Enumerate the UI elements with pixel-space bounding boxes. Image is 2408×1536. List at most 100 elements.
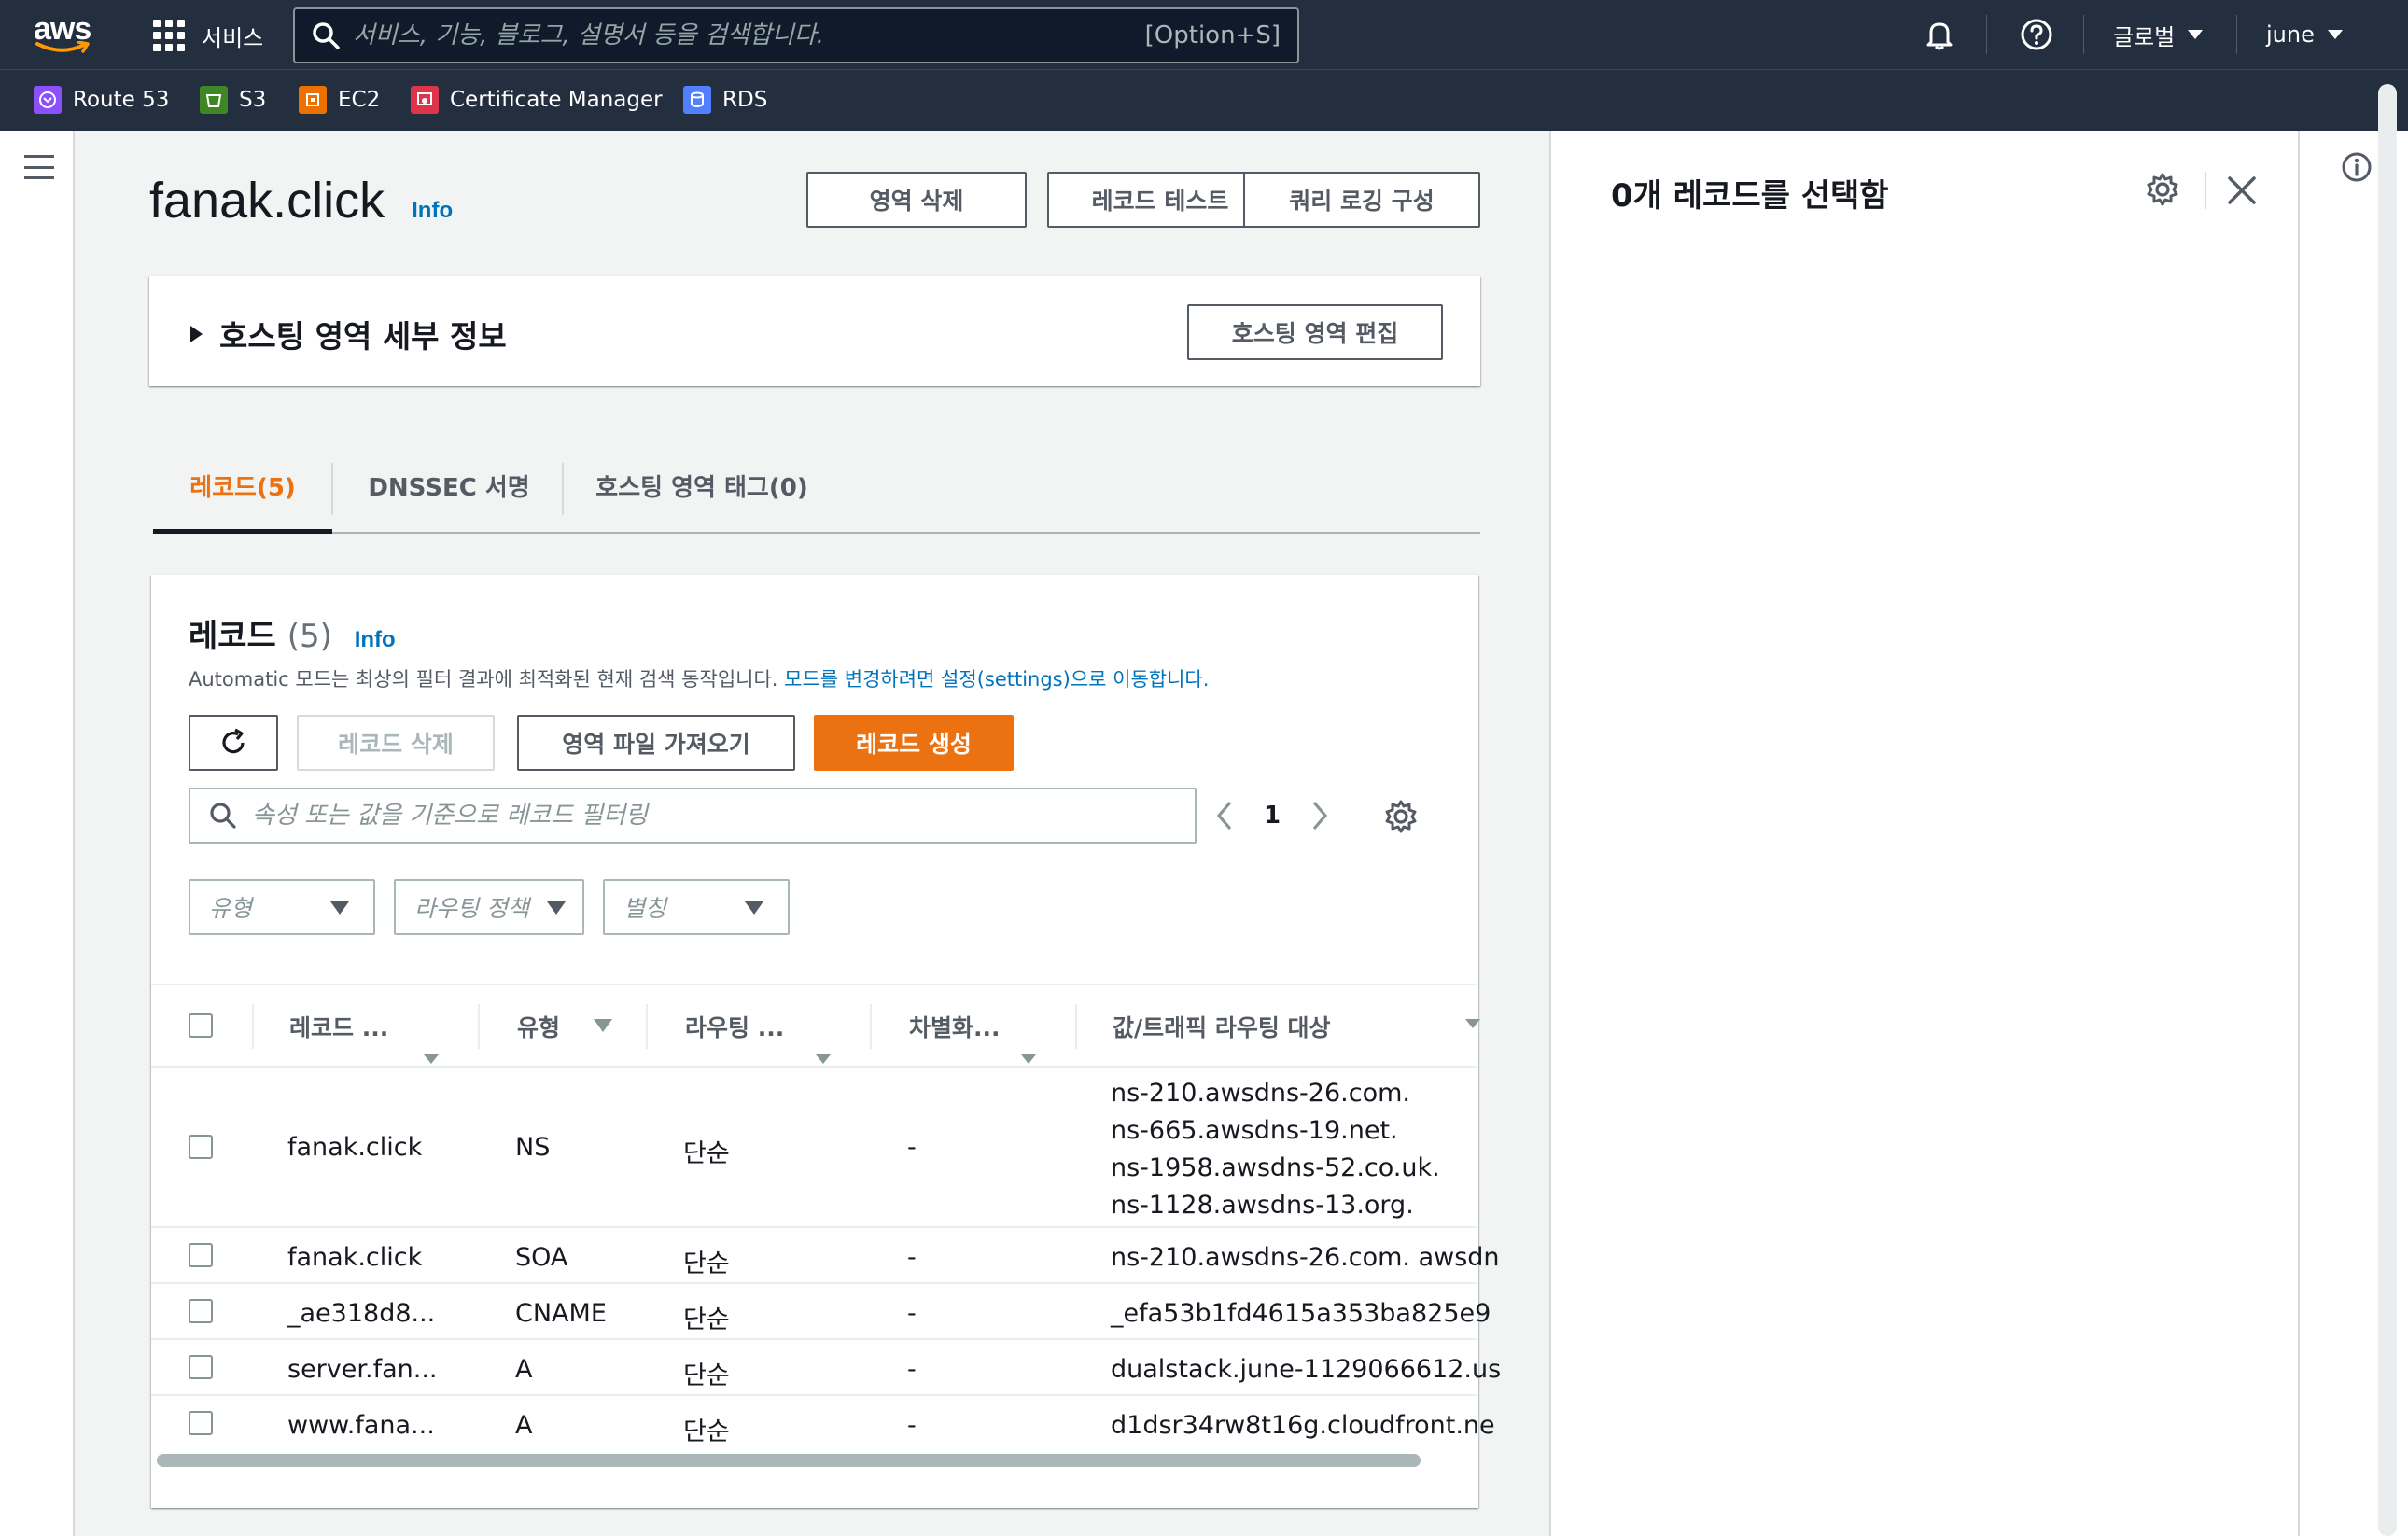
favorite-s3[interactable]: S3 [200,84,266,116]
chevron-right-icon[interactable] [1307,797,1333,834]
routing-policy-filter-label: 라우팅 정책 [414,895,529,922]
row-checkbox[interactable] [189,1355,213,1379]
rds-icon [683,86,711,114]
global-search[interactable]: [Option+S] [293,7,1299,63]
page-title: fanak.click [149,173,385,229]
tab-hosted-zone-tags[interactable]: 호스팅 영역 태그(0) [564,439,840,532]
sort-icon[interactable] [1465,1019,1480,1028]
record-value: ns-210.awsdns-26.com. [1111,1079,1410,1108]
sort-icon[interactable] [594,1019,612,1032]
nav-divider [2236,15,2237,54]
global-search-input[interactable] [353,21,1145,49]
help-button[interactable] [2020,0,2053,69]
favorite-route53[interactable]: Route 53 [34,84,169,116]
notifications-button[interactable] [1923,0,1956,69]
column-header-routing-policy[interactable]: 라우팅 ... [685,985,784,1068]
row-checkbox[interactable] [189,1243,213,1267]
caret-down-icon [547,901,566,915]
info-icon[interactable] [2341,151,2373,183]
row-checkbox[interactable] [189,1135,213,1159]
column-header-record-name[interactable]: 레코드 ... [289,985,388,1068]
type-filter-dropdown[interactable]: 유형 [189,879,375,935]
table-row[interactable]: _ae318d8... CNAME 단순 - _efa53b1fd4615a35… [151,1286,1491,1340]
refresh-button[interactable] [189,715,278,771]
route53-icon [34,86,62,114]
record-filter[interactable] [189,788,1197,844]
record-name: server.fan... [287,1355,438,1384]
gear-icon[interactable] [2145,172,2180,207]
record-name: www.fana... [287,1411,435,1440]
row-checkbox[interactable] [189,1411,213,1435]
scrollbar-thumb[interactable] [157,1454,1421,1467]
favorite-label: RDS [722,88,768,112]
sort-icon[interactable] [1021,1054,1036,1064]
record-name: _ae318d8... [287,1299,436,1328]
help-icon [2021,19,2052,50]
favorite-ec2[interactable]: EC2 [299,84,380,116]
delete-records-button[interactable]: 레코드 삭제 [297,715,495,771]
column-header-differentiator[interactable]: 차별화... [909,985,1001,1068]
sort-icon[interactable] [816,1054,831,1064]
records-info-link[interactable]: Info [355,627,396,652]
alias-filter-dropdown[interactable]: 별칭 [603,879,790,935]
search-shortcut-hint: [Option+S] [1144,21,1281,49]
chevron-left-icon[interactable] [1211,797,1238,834]
sort-icon[interactable] [424,1054,439,1064]
menu-icon[interactable] [24,155,54,179]
caret-right-icon [190,326,203,342]
table-row[interactable]: server.fan... A 단순 - dualstack.june-1129… [151,1342,1501,1396]
table-horizontal-scrollbar[interactable] [151,1450,1477,1471]
hosted-zone-details-title: 호스팅 영역 세부 정보 [219,318,507,355]
column-header-value[interactable]: 값/트래픽 라우팅 대상 [1113,985,1331,1068]
create-record-button[interactable]: 레코드 생성 [814,715,1014,771]
import-zone-file-button[interactable]: 영역 파일 가져오기 [517,715,795,771]
record-filter-input[interactable] [252,802,1195,830]
search-settings-link[interactable]: 모드를 변경하려면 설정(settings)으로 이동합니다. [784,668,1209,691]
table-row[interactable]: www.fana... A 단순 - d1dsr34rw8t16g.cloudf… [151,1398,1495,1452]
record-differentiator: - [907,1299,917,1328]
edit-hosted-zone-button[interactable]: 호스팅 영역 편집 [1187,304,1443,360]
window-scrollbar[interactable] [2378,84,2397,1536]
test-record-button[interactable]: 레코드 테스트 [1047,172,1273,228]
records-title: 레코드 [189,618,276,655]
select-all-checkbox[interactable] [189,1013,213,1038]
record-type: NS [515,1133,551,1162]
column-divider [870,1004,872,1049]
page-info-link[interactable]: Info [412,198,453,223]
gear-icon[interactable] [1383,799,1419,834]
record-value: dualstack.june-1129066612.us [1111,1355,1502,1384]
account-menu[interactable]: june [2266,0,2343,69]
record-name: fanak.click [287,1133,423,1162]
services-menu-button[interactable]: 서비스 [153,17,263,54]
region-selector[interactable]: 글로벌 [2113,0,2204,69]
routing-policy-filter-dropdown[interactable]: 라우팅 정책 [394,879,584,935]
row-checkbox[interactable] [189,1299,213,1323]
column-divider [252,1004,254,1049]
tab-dnssec-signing[interactable]: DNSSEC 서명 [334,439,564,532]
table-row[interactable]: fanak.click SOA 단순 - ns-210.awsdns-26.co… [151,1230,1500,1284]
main-content: fanak.click Info 영역 삭제 레코드 테스트 쿼리 로깅 구성 … [77,131,1549,1536]
user-name: june [2266,21,2315,48]
record-differentiator: - [907,1133,917,1162]
records-table-header: 레코드 ... 유형 라우팅 ... 차별화... 값/트래픽 라우팅 대상 [151,984,1480,1068]
bell-icon [1926,22,1953,50]
column-header-type[interactable]: 유형 [517,985,560,1068]
configure-query-logging-button[interactable]: 쿼리 로깅 구성 [1243,172,1480,228]
favorite-certificate-manager[interactable]: Certificate Manager [411,84,663,116]
favorite-rds[interactable]: RDS [683,84,767,116]
grid-icon [153,20,185,51]
favorite-label: S3 [239,88,267,112]
refresh-icon [222,728,245,754]
tab-records[interactable]: 레코드(5) [153,439,332,534]
hosted-zone-details-panel: 호스팅 영역 세부 정보 호스팅 영역 편집 [149,276,1480,386]
records-header: 레코드 (5) Info [189,610,396,656]
hosted-zone-details-toggle[interactable]: 호스팅 영역 세부 정보 [190,312,507,356]
aws-logo[interactable]: aws [34,13,93,56]
column-divider [478,1004,480,1049]
table-row[interactable]: fanak.click NS 단순 - ns-210.awsdns-26.com… [151,1069,1477,1228]
close-icon[interactable] [2225,174,2259,207]
current-page-number[interactable]: 1 [1264,802,1281,830]
delete-zone-button[interactable]: 영역 삭제 [806,172,1027,228]
tab-list: 레코드(5) DNSSEC 서명 호스팅 영역 태그(0) [153,439,1480,534]
column-divider [1075,1004,1077,1049]
